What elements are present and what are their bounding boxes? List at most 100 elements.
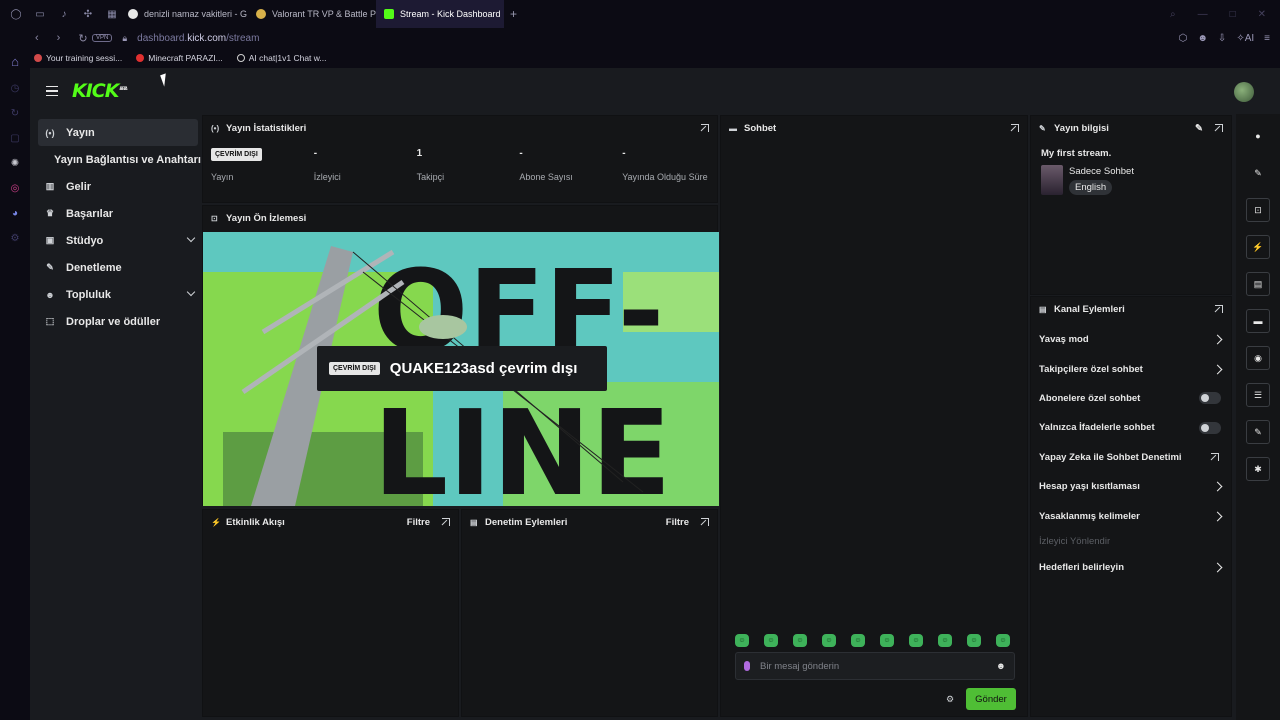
pencil-icon[interactable]: ✎ (1246, 161, 1270, 185)
channel-action-item[interactable]: Yasaklanmış kelimeler (1031, 501, 1231, 530)
lock-icon[interactable]: 🔒︎ (122, 33, 127, 44)
home-icon[interactable]: ⌂ (11, 54, 19, 69)
sidebar-icon[interactable]: ◷ (11, 83, 20, 94)
tiktok-icon[interactable]: ♪ (58, 8, 70, 20)
ai-button[interactable]: ✧AI (1236, 33, 1254, 44)
sidebar-icon[interactable]: ↻ (11, 108, 19, 119)
filter-button[interactable]: Filtre (407, 517, 430, 528)
minimize-icon[interactable]: — (1198, 9, 1208, 20)
avatar[interactable] (1234, 82, 1254, 102)
nav-item-droplar[interactable]: ⬚ Droplar ve ödüller (38, 308, 198, 335)
popout-icon[interactable] (442, 518, 450, 526)
mic-icon[interactable] (744, 661, 750, 671)
chevron-right-icon[interactable] (1212, 511, 1223, 521)
popout-icon[interactable] (701, 124, 709, 132)
info-icon[interactable]: ● (1246, 124, 1270, 148)
popout-icon[interactable] (701, 518, 709, 526)
kick-logo[interactable]: KICKBETA (72, 80, 128, 102)
new-tab-button[interactable]: + (510, 7, 517, 21)
bookmark[interactable]: Minecraft PARAZI... (136, 53, 223, 63)
external-link-icon[interactable] (1211, 453, 1219, 462)
chevron-down-icon[interactable] (186, 233, 196, 243)
profile-icon[interactable]: ☻ (1197, 33, 1208, 44)
emoji-icon[interactable]: ☻ (996, 661, 1006, 672)
chevron-right-icon[interactable] (1212, 481, 1223, 492)
chevron-right-icon[interactable] (1212, 562, 1223, 573)
extension-icon[interactable]: ✣ (82, 8, 94, 20)
discord-icon[interactable]: ◕ (12, 208, 18, 219)
browser-menu-icon[interactable]: ◯ (10, 8, 22, 20)
url-field[interactable]: dashboard.kick.com/stream (137, 33, 259, 44)
maximize-icon[interactable]: □ (1230, 9, 1236, 20)
nav-item-denetleme[interactable]: ✎ Denetleme (38, 254, 198, 281)
nav-item-basarilar[interactable]: ♛ Başarılar (38, 200, 198, 227)
browser-tab[interactable]: Valorant TR VP & Battle Pa (248, 0, 376, 28)
community-icon[interactable]: ✱ (1246, 457, 1270, 481)
activity-feed-panel: ⚡ Etkinlik Akışı Filtre (202, 509, 459, 717)
tab-list-icon[interactable]: ▭ (34, 8, 46, 20)
emote-icon[interactable]: ☺ (996, 634, 1010, 647)
chat-icon[interactable]: ▬ (1246, 309, 1270, 333)
search-icon[interactable]: ⌕ (1170, 9, 1176, 20)
channel-actions-list: Yavaş mod Takipçilere özel sohbet Aboneler… (1031, 321, 1231, 582)
toggle-switch[interactable] (1199, 421, 1221, 434)
nav-item-yayin[interactable]: (•) Yayın (38, 119, 198, 146)
forward-icon[interactable]: › (57, 32, 61, 45)
bookmark[interactable]: AI chat|1v1 Chat w... (236, 53, 327, 63)
emote-icon[interactable]: ☺ (735, 634, 749, 647)
browser-tab[interactable]: denizli namaz vakitleri - G (120, 0, 248, 28)
emote-icon[interactable]: ☺ (909, 634, 923, 647)
hamburger-icon[interactable] (46, 85, 58, 97)
layout-icon[interactable]: ☰ (1246, 383, 1270, 407)
nav-item-stream-key[interactable]: Yayın Bağlantısı ve Anahtarı (38, 146, 201, 173)
instagram-icon[interactable]: ◎ (11, 183, 20, 194)
reload-icon[interactable]: ↻ (78, 32, 87, 45)
channel-action-item[interactable]: Yavaş mod (1031, 325, 1231, 354)
wrench-icon[interactable]: ✎ (1246, 420, 1270, 444)
close-icon[interactable]: ✕ (1258, 9, 1266, 20)
chat-input[interactable]: Bir mesaj gönderin ☻ (735, 652, 1015, 680)
settings-icon[interactable]: ⚙ (11, 233, 20, 244)
emote-icon[interactable]: ☺ (793, 634, 807, 647)
chevron-right-icon[interactable] (1212, 334, 1223, 345)
focus-icon[interactable]: ⊡ (1246, 198, 1270, 222)
emote-icon[interactable]: ☺ (851, 634, 865, 647)
filter-button[interactable]: Filtre (666, 517, 689, 528)
settings-icon[interactable]: ⚙ (946, 694, 954, 705)
document-icon[interactable]: ▤ (1246, 272, 1270, 296)
menu-icon[interactable]: ≡ (1264, 33, 1270, 44)
sidebar-icon[interactable]: ▢ (10, 133, 19, 144)
chatgpt-icon[interactable]: ✺ (11, 158, 19, 169)
browser-tab-active[interactable]: Stream - Kick Dashboard (376, 0, 504, 28)
emote-icon[interactable]: ☺ (764, 634, 778, 647)
emote-icon[interactable]: ☺ (822, 634, 836, 647)
pencil-icon[interactable]: ✎ (1195, 123, 1203, 134)
channel-action-item[interactable]: Hesap yaşı kısıtlaması (1031, 472, 1231, 501)
channel-action-item[interactable]: Abonelere özel sohbet (1031, 384, 1231, 413)
vpn-badge[interactable]: VPN (92, 34, 113, 42)
toggle-switch[interactable] (1199, 392, 1221, 405)
channel-action-item[interactable]: Yapay Zeka ile Sohbet Denetimi (1031, 443, 1231, 472)
emote-icon[interactable]: ☺ (938, 634, 952, 647)
chevron-right-icon[interactable] (1212, 364, 1223, 375)
bookmark[interactable]: Your training sessi... (34, 53, 122, 63)
broadcast-icon[interactable]: ◉ (1246, 346, 1270, 370)
back-icon[interactable]: ‹ (35, 32, 39, 45)
channel-action-item[interactable]: Hedefleri belirleyin (1031, 553, 1231, 582)
emote-icon[interactable]: ☺ (967, 634, 981, 647)
popout-icon[interactable] (1215, 305, 1223, 313)
nav-item-studyo[interactable]: ▣ Stüdyo (38, 227, 198, 254)
bolt-icon[interactable]: ⚡ (1246, 235, 1270, 259)
channel-action-item[interactable]: Yalnızca İfadelerle sohbet (1031, 413, 1231, 442)
chevron-down-icon[interactable] (186, 287, 196, 297)
popout-icon[interactable] (1011, 124, 1019, 132)
nav-item-topluluk[interactable]: ☻ Topluluk (38, 281, 198, 308)
popout-icon[interactable] (1215, 124, 1223, 132)
extensions-icon[interactable]: ⬡ (1179, 33, 1188, 44)
nav-item-gelir[interactable]: ▥ Gelir (38, 173, 198, 200)
grid-icon[interactable]: ▦ (106, 8, 118, 20)
download-icon[interactable]: ⇩ (1218, 33, 1226, 44)
emote-icon[interactable]: ☺ (880, 634, 894, 647)
channel-action-item[interactable]: Takipçilere özel sohbet (1031, 354, 1231, 383)
send-button[interactable]: Gönder (966, 688, 1016, 710)
